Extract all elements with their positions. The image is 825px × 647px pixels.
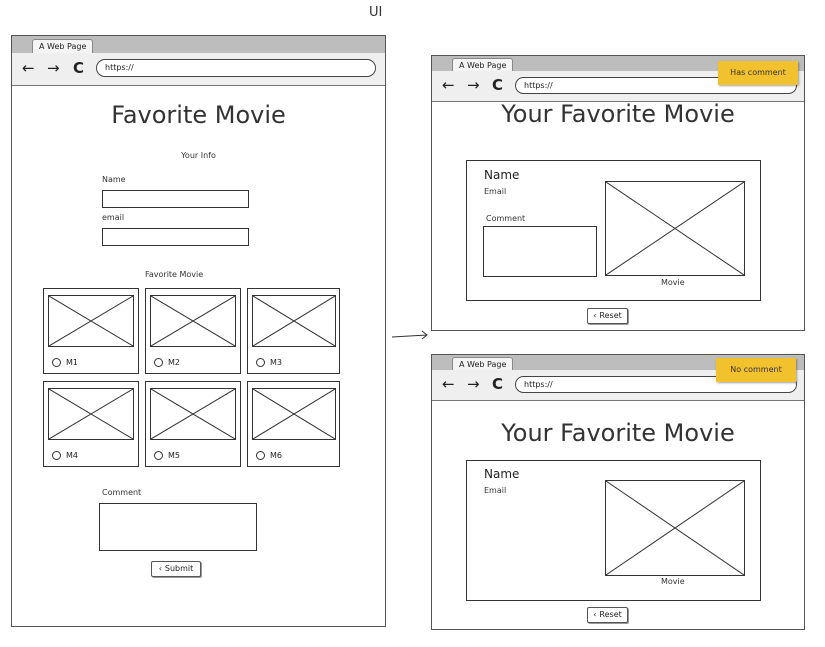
comment-label: Comment <box>102 488 142 497</box>
radio-button[interactable] <box>256 358 265 367</box>
movie-image-placeholder <box>150 388 236 440</box>
movie-option-m2[interactable]: M2 <box>154 358 180 367</box>
comment-textarea[interactable] <box>99 503 257 551</box>
section-favorite-movie: Favorite Movie <box>145 270 204 279</box>
result-comment-label: Comment <box>486 214 526 223</box>
page-caption: UI <box>369 5 383 20</box>
movie-label: M3 <box>270 358 282 367</box>
movie-label: M4 <box>66 451 78 460</box>
movie-label: M6 <box>270 451 282 460</box>
name-input[interactable] <box>102 190 249 208</box>
movie-label: M1 <box>66 358 78 367</box>
movie-card-m2[interactable]: M2 <box>145 288 241 374</box>
movie-card-m3[interactable]: M3 <box>247 288 340 374</box>
nav-bar: ← → C https:// <box>12 53 385 86</box>
form-browser-window: A Web Page ← → C https:// Favorite Movie… <box>11 35 386 627</box>
movie-image-placeholder <box>605 480 745 576</box>
result-title: Your Favorite Movie <box>501 100 735 128</box>
url-bar[interactable]: https:// <box>96 59 376 77</box>
browser-tab[interactable]: A Web Page <box>32 39 94 54</box>
movie-caption: Movie <box>661 278 685 287</box>
back-arrow-icon[interactable]: ← <box>442 78 455 93</box>
movie-caption: Movie <box>661 577 685 586</box>
browser-tab[interactable]: A Web Page <box>452 58 514 72</box>
movie-image-placeholder <box>150 295 236 347</box>
movie-option-m1[interactable]: M1 <box>52 358 78 367</box>
result-comment-box <box>483 226 597 277</box>
movie-card-m4[interactable]: M4 <box>43 381 139 467</box>
forward-arrow-icon[interactable]: → <box>467 377 480 392</box>
sticky-note-has-comment: Has comment <box>718 61 798 85</box>
movie-image-placeholder <box>48 388 134 440</box>
page-title: Favorite Movie <box>111 101 286 129</box>
movie-option-m5[interactable]: M5 <box>154 451 180 460</box>
email-label: email <box>102 213 125 222</box>
chevron-left-icon: ‹ <box>158 564 162 573</box>
forward-arrow-icon[interactable]: → <box>467 78 480 93</box>
chevron-left-icon: ‹ <box>593 311 597 320</box>
back-arrow-icon[interactable]: ← <box>22 61 35 76</box>
movie-option-m6[interactable]: M6 <box>256 451 282 460</box>
forward-arrow-icon[interactable]: → <box>47 61 60 76</box>
chevron-left-icon: ‹ <box>593 610 597 619</box>
movie-card-m1[interactable]: M1 <box>43 288 139 374</box>
movie-image-placeholder <box>252 388 336 440</box>
result-browser-no-comment: A Web Page ← → C https:// Your Favorite … <box>431 354 805 630</box>
radio-button[interactable] <box>154 451 163 460</box>
movie-option-m4[interactable]: M4 <box>52 451 78 460</box>
radio-button[interactable] <box>154 358 163 367</box>
reload-icon[interactable]: C <box>492 377 503 392</box>
result-title: Your Favorite Movie <box>501 419 735 447</box>
radio-button[interactable] <box>52 358 61 367</box>
radio-button[interactable] <box>256 451 265 460</box>
movie-card-m5[interactable]: M5 <box>145 381 241 467</box>
name-label: Name <box>102 175 126 184</box>
submit-label: Submit <box>164 564 194 573</box>
email-input[interactable] <box>102 228 249 246</box>
result-name: Name <box>484 168 520 182</box>
result-card: Name Email Movie <box>466 460 761 601</box>
submit-button[interactable]: ‹ Submit <box>151 561 201 577</box>
flow-arrow-icon <box>391 328 429 342</box>
result-browser-has-comment: A Web Page ← → C https:// Your Favorite … <box>431 55 805 331</box>
reload-icon[interactable]: C <box>492 78 503 93</box>
browser-tab[interactable]: A Web Page <box>452 357 514 371</box>
result-email: Email <box>484 187 507 196</box>
reset-button[interactable]: ‹ Reset <box>587 308 628 324</box>
movie-image-placeholder <box>252 295 336 347</box>
sticky-note-no-comment: No comment <box>716 358 796 382</box>
back-arrow-icon[interactable]: ← <box>442 377 455 392</box>
section-your-info: Your Info <box>181 151 216 160</box>
radio-button[interactable] <box>52 451 61 460</box>
movie-option-m3[interactable]: M3 <box>256 358 282 367</box>
result-email: Email <box>484 486 507 495</box>
reload-icon[interactable]: C <box>73 61 84 76</box>
movie-label: M5 <box>168 451 180 460</box>
reset-label: Reset <box>599 311 622 320</box>
tab-strip: A Web Page <box>12 36 385 54</box>
movie-card-m6[interactable]: M6 <box>247 381 340 467</box>
movie-image-placeholder <box>48 295 134 347</box>
reset-button[interactable]: ‹ Reset <box>587 607 628 623</box>
result-name: Name <box>484 467 520 481</box>
result-card: Name Email Comment Movie <box>466 160 761 301</box>
movie-image-placeholder <box>605 181 745 276</box>
reset-label: Reset <box>599 610 622 619</box>
movie-label: M2 <box>168 358 180 367</box>
